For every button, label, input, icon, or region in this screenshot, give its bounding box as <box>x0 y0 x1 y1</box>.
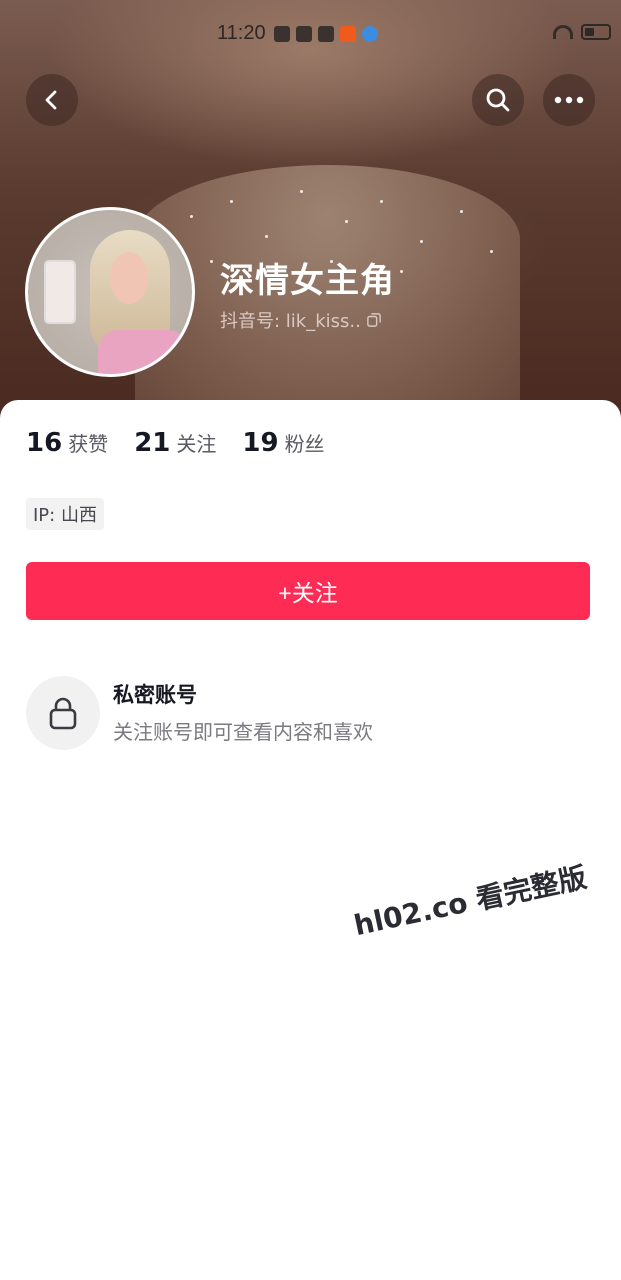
douyin-id-label: 抖音号: lik_kiss.. <box>220 311 361 332</box>
browser-notification-icon <box>362 26 378 42</box>
stat-label: 获赞 <box>68 432 109 456</box>
private-lock-badge <box>26 676 100 750</box>
lock-icon <box>49 697 77 730</box>
ip-location-badge: IP: 山西 <box>26 498 104 530</box>
back-button[interactable] <box>26 74 78 126</box>
profile-stats: 16 获赞 21 关注 19 粉丝 <box>26 428 325 458</box>
follow-button[interactable]: +关注 <box>26 562 590 620</box>
private-account-description: 关注账号即可查看内容和喜欢 <box>113 720 373 744</box>
status-time: 11:20 <box>217 22 266 44</box>
battery-icon <box>581 24 611 40</box>
stat-label: 粉丝 <box>284 432 325 456</box>
douyin-id[interactable]: 抖音号: lik_kiss.. <box>220 307 381 333</box>
chevron-left-icon <box>45 90 57 110</box>
profile-content-card <box>0 400 621 1280</box>
profile-name: 深情女主角 <box>220 261 395 301</box>
stat-value: 19 <box>242 428 279 458</box>
stat-value: 21 <box>134 428 171 458</box>
stat-label: 关注 <box>176 432 217 456</box>
more-options-button[interactable] <box>543 74 595 126</box>
search-icon <box>486 88 510 112</box>
private-account-title: 私密账号 <box>113 683 197 707</box>
wifi-icon <box>553 25 573 39</box>
more-horizontal-icon <box>554 96 584 104</box>
stat-likes[interactable]: 16 获赞 <box>26 428 108 458</box>
stat-followers[interactable]: 19 粉丝 <box>242 428 324 458</box>
notification-icon <box>274 26 290 42</box>
avatar[interactable] <box>25 207 195 377</box>
status-notification-icons <box>274 26 378 42</box>
status-bar: 11:20 <box>0 18 621 54</box>
hotspot-icon <box>318 26 334 42</box>
notification-icon <box>296 26 312 42</box>
app-notification-icon <box>340 26 356 42</box>
status-system-icons <box>553 24 611 40</box>
stat-following[interactable]: 21 关注 <box>134 428 216 458</box>
copy-icon[interactable] <box>367 313 381 327</box>
search-button[interactable] <box>472 74 524 126</box>
stat-value: 16 <box>26 428 63 458</box>
